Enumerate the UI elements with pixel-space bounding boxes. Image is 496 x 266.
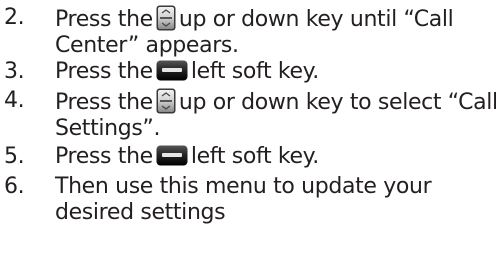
step-rest: left soft key.: [190, 59, 319, 84]
step-line: Then use this menu to update your: [55, 174, 432, 199]
nav-key-icon: [156, 5, 176, 31]
step-text: Press the up or down key to select “Call: [55, 88, 496, 142]
soft-key-icon: [156, 145, 188, 166]
step-text: Press the left soft key.: [55, 59, 493, 85]
step-line-2: desired settings: [55, 200, 226, 225]
step-prefix: Press the: [55, 144, 153, 169]
step-prefix: Press the: [55, 59, 153, 84]
step-prefix: Press the: [55, 7, 153, 32]
step-rest: up or down key to select “Call: [178, 90, 496, 115]
step-text: Press the left soft key.: [55, 144, 493, 170]
step-prefix: Press the: [55, 90, 153, 115]
soft-key-icon: [156, 60, 188, 81]
step-number: 4.: [4, 88, 25, 113]
step-line: Press the left soft key.: [55, 59, 493, 85]
step-number: 6.: [4, 174, 25, 199]
step-line: Press the up or down key to select “Call: [55, 88, 496, 116]
step-line: Press the left soft key.: [55, 144, 493, 170]
step-rest: left soft key.: [190, 144, 319, 169]
step-number: 3.: [4, 59, 25, 84]
step-rest: up or down key until “Call: [178, 7, 454, 32]
step-text: Then use this menu to update your desire…: [55, 174, 493, 226]
step-number: 2.: [4, 5, 25, 30]
step-line-2: Center” appears.: [55, 33, 239, 58]
nav-key-icon: [156, 88, 176, 114]
step-text: Press the up or down key until “Call Cen…: [55, 5, 493, 59]
step-line-2: Settings”.: [55, 116, 161, 141]
step-line: Press the up or down key until “Call: [55, 5, 493, 33]
step-number: 5.: [4, 144, 25, 169]
